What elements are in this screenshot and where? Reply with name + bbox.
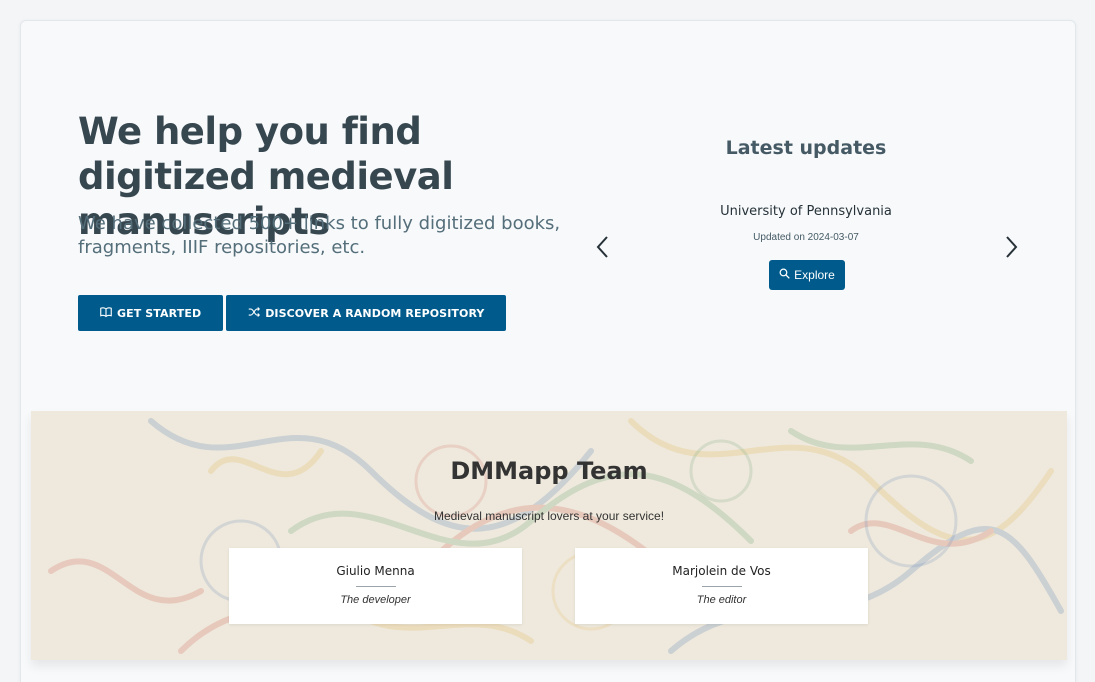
team-member-card: Giulio Menna The developer [229,548,522,624]
member-name: Giulio Menna [336,564,415,578]
random-repository-button[interactable]: DISCOVER A RANDOM REPOSITORY [226,295,507,331]
explore-button[interactable]: Explore [769,260,845,290]
update-repository-name: University of Pennsylvania [720,204,892,219]
team-title: DMMapp Team [450,457,648,485]
hero-subtitle: We have collected 500+ links to fully di… [78,213,561,258]
shuffle-icon [248,306,261,321]
search-icon [779,268,790,282]
divider [355,586,396,587]
member-name: Marjolein de Vos [672,564,771,578]
chevron-right-icon [1006,236,1018,258]
carousel-prev-button[interactable] [595,235,611,259]
book-icon [100,306,112,321]
team-member-card: Marjolein de Vos The editor [575,548,868,624]
get-started-button[interactable]: GET STARTED [78,295,224,331]
update-date: Updated on 2024-03-07 [753,232,859,243]
latest-updates-title: Latest updates [725,137,887,159]
team-subtitle: Medieval manuscript lovers at your servi… [433,509,665,523]
main-card: We help you find digitized medieval manu… [20,20,1076,682]
member-role: The editor [696,594,747,606]
get-started-label: GET STARTED [117,306,202,320]
carousel-next-button[interactable] [1003,235,1019,259]
divider [701,586,742,587]
illuminated-manuscript-background [31,411,1067,660]
explore-label: Explore [794,268,835,282]
chevron-left-icon [596,236,608,258]
team-section: DMMapp Team Medieval manuscript lovers a… [31,411,1067,660]
random-repository-label: DISCOVER A RANDOM REPOSITORY [265,306,485,320]
hero-buttons: GET STARTED DISCOVER A RANDOM REPOSITORY [78,295,507,331]
member-role: The developer [340,594,411,606]
